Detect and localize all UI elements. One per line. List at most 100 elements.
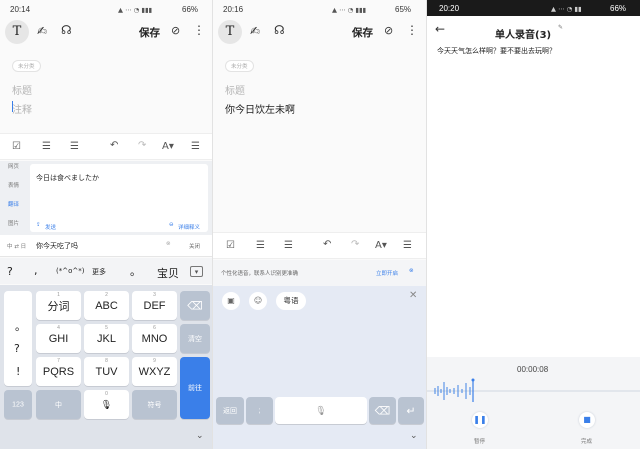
key-7-pqrs[interactable]: 7 PQRS	[36, 357, 81, 386]
candidate-more[interactable]: 更多	[92, 267, 106, 277]
key-9-wxyz[interactable]: 9 WXYZ	[132, 357, 177, 386]
voice-mic-key[interactable]: 🎙	[275, 397, 367, 424]
handwriting-icon[interactable]: ✍	[250, 24, 260, 38]
body-field[interactable]: 注释	[12, 101, 32, 116]
voice-note-icon[interactable]: ☊	[274, 23, 285, 37]
semicolon-key[interactable]: ;	[246, 397, 273, 424]
text-format-icon[interactable]: T	[218, 20, 242, 44]
bullet-list-icon[interactable]: ☰	[42, 141, 51, 152]
undo-icon[interactable]: ↶	[323, 239, 331, 250]
send-icon[interactable]: ⇪	[36, 222, 41, 228]
space-key[interactable]: 0 🎙	[84, 390, 129, 419]
undo-icon[interactable]: ↶	[110, 140, 118, 151]
status-icons: ▲ ⋯ ◔ ▮▮▮	[118, 6, 153, 14]
status-time: 20:14	[10, 5, 31, 14]
hide-keyboard-icon[interactable]: ⌄	[410, 431, 418, 441]
category-tag[interactable]: 未分类	[225, 60, 254, 72]
chinese-mode-key[interactable]: 中	[36, 390, 81, 419]
key-3-def[interactable]: 3 DEF	[132, 291, 177, 320]
numeric-mode-key[interactable]: 123	[4, 390, 32, 419]
key-exclaim[interactable]: !	[16, 365, 20, 378]
back-arrow-icon[interactable]: ←	[435, 22, 445, 36]
enter-key[interactable]: ↵	[398, 397, 424, 424]
more-menu-icon[interactable]: ⋮	[406, 23, 418, 37]
key-number: 7	[57, 358, 60, 364]
send-button[interactable]: 发送	[45, 223, 56, 231]
align-icon[interactable]: ☰	[403, 240, 412, 251]
save-button[interactable]: 保存	[139, 25, 160, 40]
candidate-question[interactable]: ?	[7, 265, 13, 278]
key-label: GHI	[48, 332, 69, 345]
detail-icon[interactable]: ⊖	[169, 222, 174, 228]
candidate-comma[interactable]: ,	[34, 264, 38, 277]
candidate-period[interactable]: 。	[130, 263, 141, 279]
key-period[interactable]: 。	[15, 318, 26, 334]
hide-keyboard-icon[interactable]: ⌄	[196, 431, 204, 441]
status-time: 20:20	[439, 4, 460, 13]
side-menu-emoji[interactable]: 表情	[8, 181, 19, 189]
key-label: 清空	[188, 335, 202, 343]
title-field[interactable]: 标题	[225, 82, 245, 97]
back-key[interactable]: 返回	[216, 397, 244, 424]
key-5-jkl[interactable]: 5 JKL	[84, 324, 129, 353]
side-menu-web[interactable]: 网页	[8, 162, 19, 170]
close-button[interactable]: 关闭	[189, 242, 200, 250]
go-key[interactable]: 前往	[180, 357, 210, 419]
font-size-icon[interactable]: A▾	[375, 240, 387, 251]
enable-now-link[interactable]: 立即开启	[376, 269, 398, 277]
pause-icon[interactable]: ❚❚	[472, 412, 488, 428]
collapse-candidates-icon[interactable]: ▾	[190, 266, 203, 277]
dialect-chip[interactable]: 粤语	[276, 292, 306, 310]
save-button[interactable]: 保存	[352, 25, 373, 40]
detail-button[interactable]: 详细释义	[178, 223, 200, 231]
emoji-icon[interactable]: ☺	[249, 292, 267, 310]
attachment-icon[interactable]: ⊘	[384, 24, 393, 37]
translate-input-row	[0, 235, 212, 257]
backspace-key[interactable]: ⌫	[369, 397, 396, 424]
numbered-list-icon[interactable]: ☰	[284, 240, 293, 251]
numbered-list-icon[interactable]: ☰	[70, 141, 79, 152]
text-format-icon[interactable]: T	[5, 20, 29, 44]
body-field[interactable]: 你今日饮左未啊	[225, 101, 295, 116]
key-label: DEF	[143, 299, 166, 312]
dismiss-notice-icon[interactable]: ⊗	[409, 268, 414, 274]
font-size-icon[interactable]: A▾	[162, 141, 174, 152]
edit-title-icon[interactable]: ✎	[558, 24, 563, 31]
language-pair[interactable]: 中 ⇄ 日	[7, 242, 26, 250]
side-menu-translate[interactable]: 翻译	[8, 200, 19, 208]
symbol-key[interactable]: 符号	[132, 390, 177, 419]
translate-input[interactable]: 你今天吃了吗	[36, 241, 78, 251]
key-8-tuv[interactable]: 8 TUV	[84, 357, 129, 386]
align-icon[interactable]: ☰	[191, 141, 200, 152]
key-6-mno[interactable]: 6 MNO	[132, 324, 177, 353]
side-menu-image[interactable]: 图片	[8, 219, 19, 227]
close-voice-icon[interactable]: ✕	[409, 290, 417, 301]
checkbox-icon[interactable]: ☑	[12, 141, 21, 152]
more-menu-icon[interactable]: ⋮	[193, 23, 205, 37]
key-label: MNO	[141, 332, 168, 345]
key-4-ghi[interactable]: 4 GHI	[36, 324, 81, 353]
handwriting-icon[interactable]: ✍	[37, 24, 47, 38]
title-field[interactable]: 标题	[12, 82, 32, 97]
battery-level: 66%	[610, 4, 627, 13]
key-1-fenci[interactable]: 1 分词	[36, 291, 81, 320]
key-2-abc[interactable]: 2 ABC	[84, 291, 129, 320]
backspace-key[interactable]: ⌫	[180, 291, 210, 320]
bullet-list-icon[interactable]: ☰	[256, 240, 265, 251]
clear-key[interactable]: 清空	[180, 324, 210, 353]
key-number: 4	[57, 325, 60, 331]
redo-icon[interactable]: ↷	[138, 140, 146, 151]
candidate-bar	[0, 258, 212, 284]
category-tag[interactable]: 未分类	[12, 60, 41, 72]
voice-note-icon[interactable]: ☊	[61, 23, 72, 37]
candidate-emoticon[interactable]: (*^o^*)	[56, 267, 84, 275]
checkbox-icon[interactable]: ☑	[226, 240, 235, 251]
clear-input-icon[interactable]: ⊗	[166, 241, 171, 247]
attachment-icon[interactable]: ⊘	[171, 24, 180, 37]
candidate-baobei[interactable]: 宝贝	[157, 265, 179, 281]
stop-icon[interactable]: ■	[579, 412, 595, 428]
redo-icon[interactable]: ↷	[351, 239, 359, 250]
key-label: 中	[55, 401, 62, 409]
keyboard-toggle-icon[interactable]: ▣	[222, 292, 240, 310]
key-question[interactable]: ?	[14, 342, 20, 355]
